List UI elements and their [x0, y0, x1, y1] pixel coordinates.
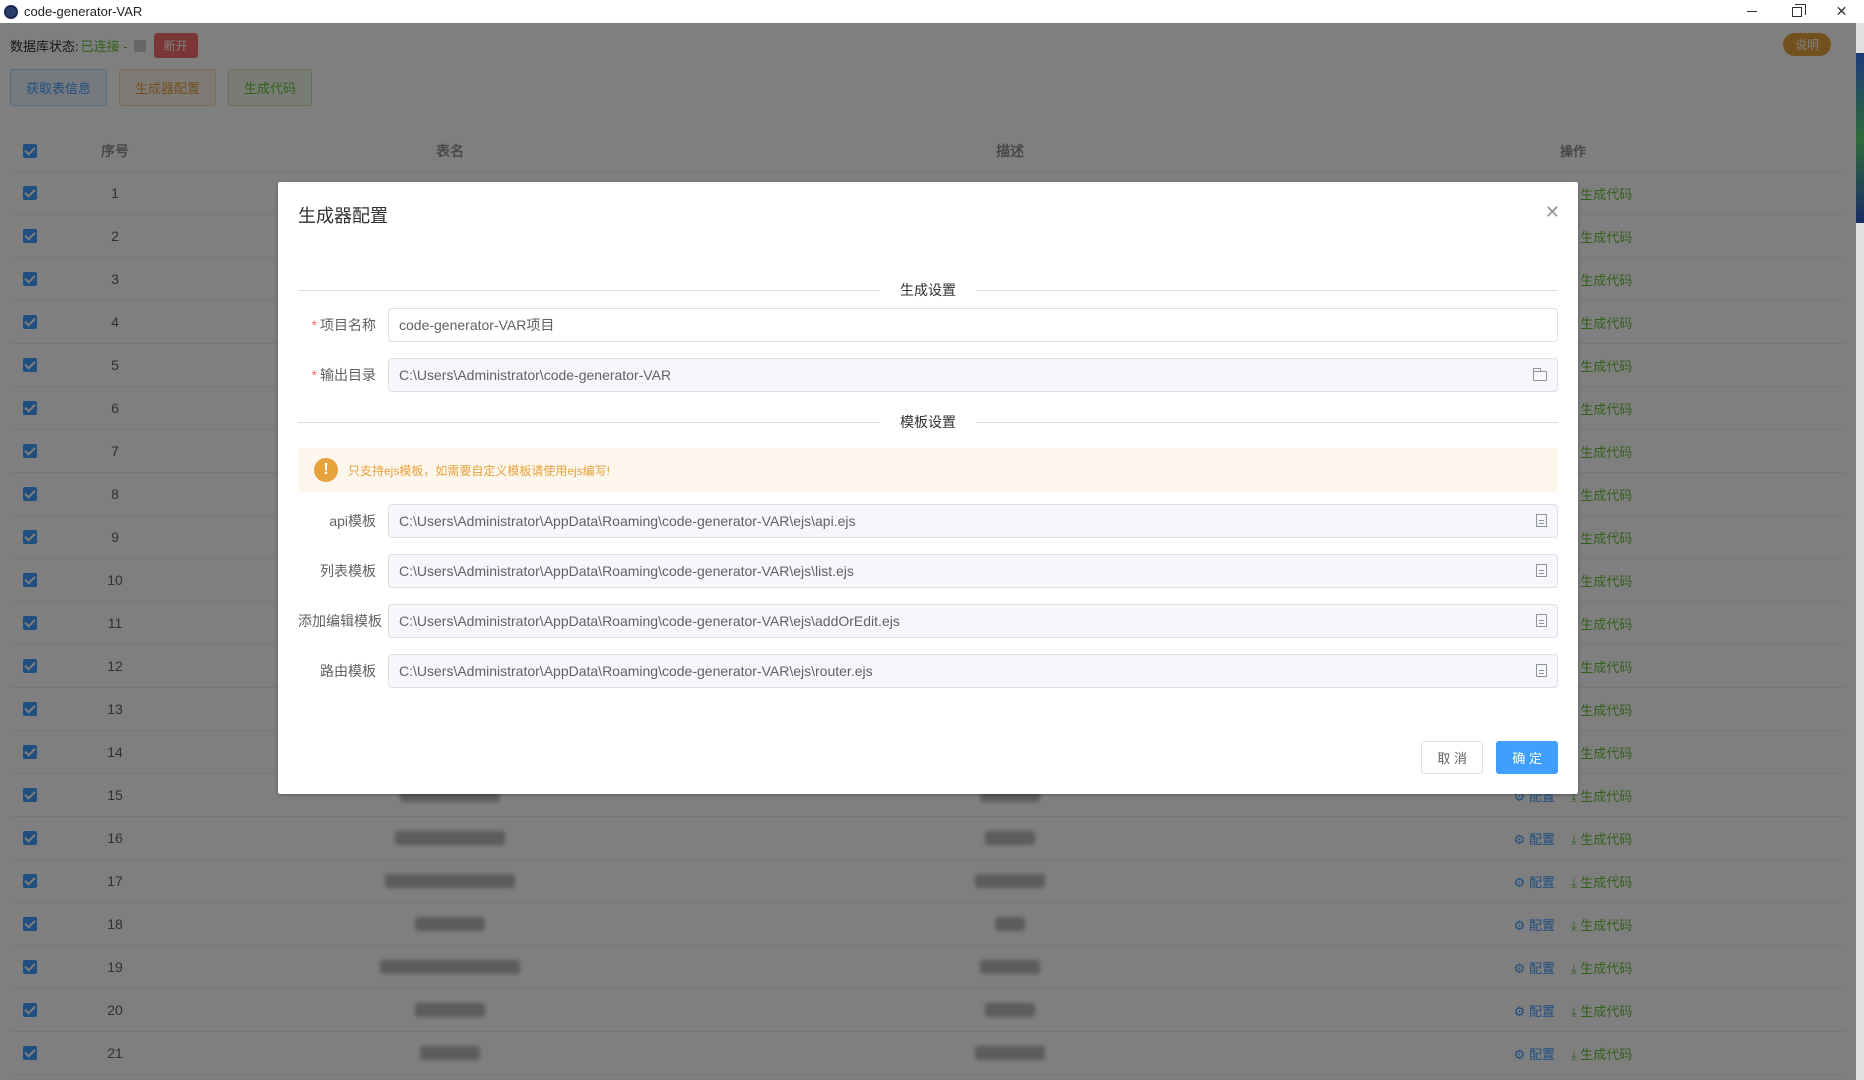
edit-template-input[interactable]: C:\Users\Administrator\AppData\Roaming\c… — [388, 604, 1558, 638]
api-template-label: api模板 — [329, 513, 376, 529]
dialog-close-icon[interactable]: ✕ — [1545, 202, 1560, 223]
cancel-button[interactable]: 取 消 — [1421, 741, 1483, 774]
window-titlebar: code-generator-VAR ✕ — [0, 0, 1864, 23]
section-title-template: 模板设置 — [880, 412, 976, 432]
window-controls: ✕ — [1729, 0, 1864, 23]
ejs-warning-alert: ! 只支持ejs模板，如需要自定义模板请使用ejs编写! — [298, 448, 1558, 492]
file-icon[interactable] — [1536, 564, 1547, 577]
edit-template-label: 添加编辑模板 — [298, 613, 382, 629]
api-template-input[interactable]: C:\Users\Administrator\AppData\Roaming\c… — [388, 504, 1558, 538]
minimize-icon — [1746, 11, 1757, 12]
list-template-value: C:\Users\Administrator\AppData\Roaming\c… — [399, 563, 854, 579]
minimize-button[interactable] — [1729, 0, 1774, 23]
file-icon[interactable] — [1536, 514, 1547, 527]
confirm-button[interactable]: 确 定 — [1496, 741, 1558, 774]
project-name-label: 项目名称 — [320, 317, 376, 333]
output-dir-value: C:\Users\Administrator\code-generator-VA… — [399, 367, 672, 383]
file-icon[interactable] — [1536, 614, 1547, 627]
app-logo-icon — [4, 4, 18, 19]
api-template-row: api模板 C:\Users\Administrator\AppData\Roa… — [298, 504, 1558, 538]
list-template-row: 列表模板 C:\Users\Administrator\AppData\Roam… — [298, 554, 1558, 588]
close-window-button[interactable]: ✕ — [1819, 0, 1864, 23]
dialog-title: 生成器配置 — [298, 206, 388, 226]
router-template-label: 路由模板 — [320, 663, 376, 679]
alert-text: 只支持ejs模板，如需要自定义模板请使用ejs编写! — [348, 463, 611, 478]
edit-template-row: 添加编辑模板 C:\Users\Administrator\AppData\Ro… — [298, 604, 1558, 638]
project-name-row: * 项目名称 code-generator-VAR项目 — [298, 308, 1558, 342]
api-template-value: C:\Users\Administrator\AppData\Roaming\c… — [399, 513, 856, 529]
router-template-row: 路由模板 C:\Users\Administrator\AppData\Roam… — [298, 654, 1558, 688]
router-template-value: C:\Users\Administrator\AppData\Roaming\c… — [399, 663, 873, 679]
close-icon: ✕ — [1835, 3, 1848, 19]
section-divider-generate: 生成设置 — [298, 280, 1558, 300]
restore-icon — [1791, 3, 1806, 17]
router-template-input[interactable]: C:\Users\Administrator\AppData\Roaming\c… — [388, 654, 1558, 688]
edit-template-value: C:\Users\Administrator\AppData\Roaming\c… — [399, 613, 900, 629]
generator-config-dialog: 生成器配置 ✕ 生成设置 * 项目名称 code-generator-VAR项目 … — [278, 182, 1578, 794]
project-name-input[interactable]: code-generator-VAR项目 — [388, 308, 1558, 342]
output-dir-row: * 输出目录 C:\Users\Administrator\code-genera… — [298, 358, 1558, 392]
window-title: code-generator-VAR — [24, 4, 143, 19]
section-title-generate: 生成设置 — [880, 280, 976, 300]
background-window-edge — [1856, 23, 1864, 1080]
file-icon[interactable] — [1536, 664, 1547, 677]
list-template-label: 列表模板 — [320, 563, 376, 579]
output-dir-input[interactable]: C:\Users\Administrator\code-generator-VA… — [388, 358, 1558, 392]
warning-icon: ! — [314, 458, 338, 482]
section-divider-template: 模板设置 — [298, 412, 1558, 432]
output-dir-label: 输出目录 — [320, 367, 376, 383]
folder-icon[interactable] — [1533, 368, 1547, 381]
list-template-input[interactable]: C:\Users\Administrator\AppData\Roaming\c… — [388, 554, 1558, 588]
restore-button[interactable] — [1774, 0, 1819, 23]
